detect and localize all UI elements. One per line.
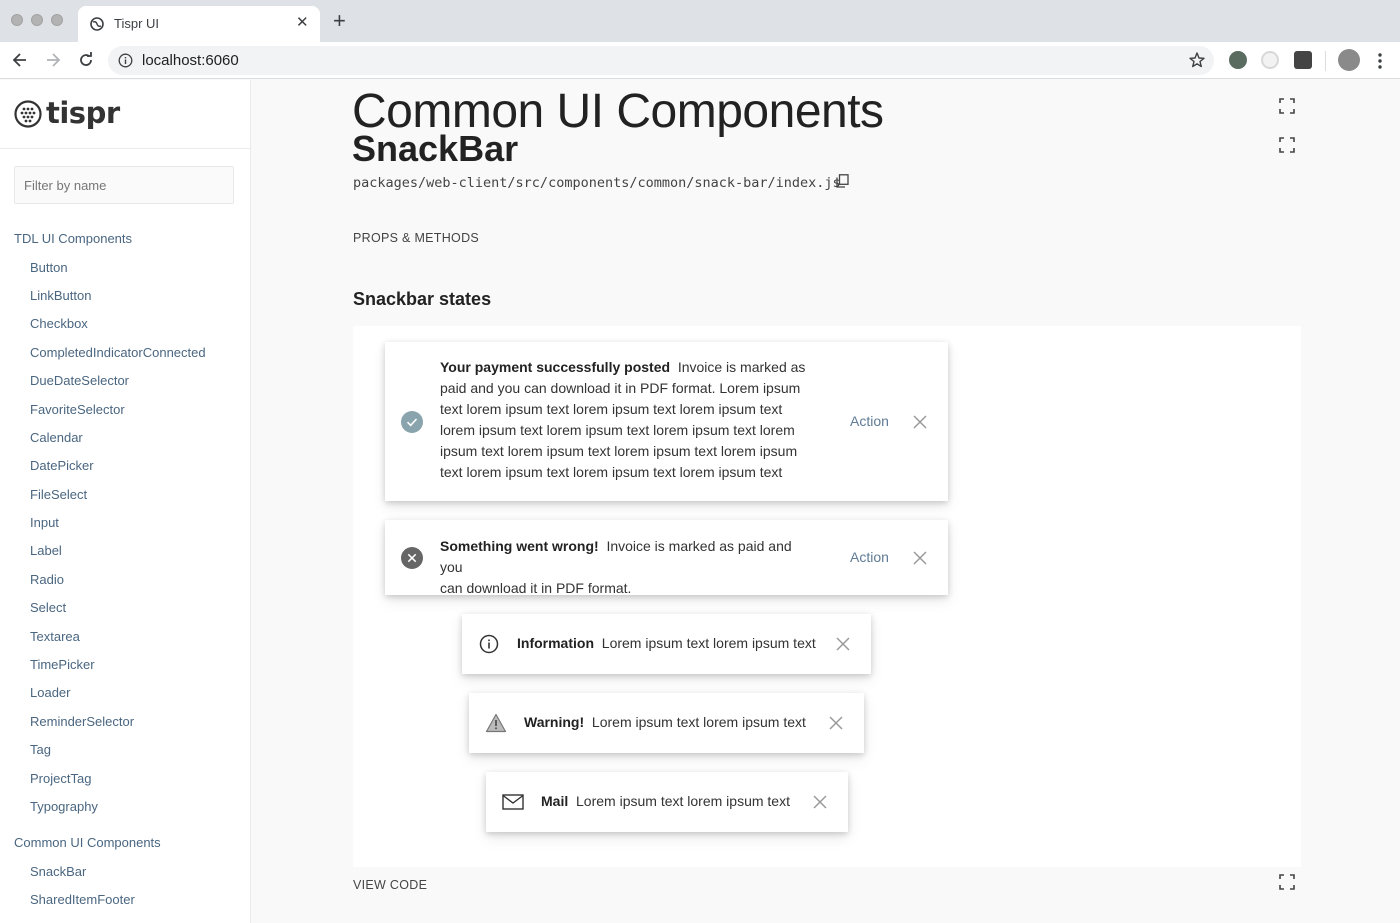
browser-tab-bar: Tispr UI ✕ +	[0, 0, 1400, 42]
snackbar-line: Invoice is marked as	[677, 359, 806, 375]
back-arrow-icon[interactable]	[10, 50, 30, 70]
copy-icon[interactable]	[836, 174, 849, 188]
tispr-logo[interactable]: tispr	[14, 96, 134, 132]
snackbar-line: Lorem ipsum text lorem ipsum text	[601, 635, 816, 651]
extension-icon[interactable]	[1261, 51, 1279, 69]
snackbar-heading: Warning!	[524, 714, 585, 730]
sidebar-section-tdl[interactable]: TDL UI Components	[14, 231, 132, 246]
tab-title: Tispr UI	[114, 16, 160, 31]
window-minimize-button[interactable]	[31, 14, 43, 26]
snackbar-mail: Mail Lorem ipsum text lorem ipsum text	[486, 772, 848, 832]
snackbar-error: Something went wrong! Invoice is marked …	[385, 520, 948, 596]
close-icon[interactable]	[813, 795, 827, 809]
snackbar-line: text lorem ipsum text lorem ipsum text l…	[440, 464, 783, 480]
tispr-logo-icon	[14, 100, 42, 128]
snackbar-action-button[interactable]: Action	[850, 413, 889, 429]
close-icon[interactable]	[836, 637, 850, 651]
tab-close-icon[interactable]: ✕	[296, 14, 309, 32]
info-icon	[479, 634, 499, 654]
snackbar-message: Your payment successfully posted Invoice…	[440, 357, 815, 483]
site-info-icon[interactable]	[118, 53, 133, 68]
sidebar-item-input[interactable]: Input	[30, 515, 59, 530]
sidebar-item-tag[interactable]: Tag	[30, 742, 51, 757]
sidebar-item-textarea[interactable]: Textarea	[30, 629, 80, 644]
window-close-button[interactable]	[11, 14, 23, 26]
props-methods-link[interactable]: PROPS & METHODS	[353, 231, 479, 245]
sidebar-item-duedateselector[interactable]: DueDateSelector	[30, 373, 129, 388]
address-bar[interactable]: localhost:6060	[108, 46, 1214, 75]
sidebar-item-select[interactable]: Select	[30, 600, 66, 615]
snackbar-message: Warning! Lorem ipsum text lorem ipsum te…	[524, 712, 806, 733]
reload-icon[interactable]	[76, 50, 96, 70]
expand-icon[interactable]	[1279, 874, 1295, 890]
forward-arrow-icon[interactable]	[43, 50, 63, 70]
snackbar-line: lorem ipsum text lorem ipsum text lorem …	[440, 422, 795, 438]
component-title: SnackBar	[352, 128, 519, 169]
browser-toolbar: localhost:6060	[0, 42, 1400, 79]
snackbar-heading: Information	[517, 635, 594, 651]
close-icon[interactable]	[829, 716, 843, 730]
sidebar-item-button[interactable]: Button	[30, 260, 68, 275]
section-title: Snackbar states	[353, 289, 492, 309]
snackbar-line: paid and you can download it in PDF form…	[440, 380, 801, 396]
snackbar-info: Information Lorem ipsum text lorem ipsum…	[462, 614, 871, 674]
filter-input[interactable]	[14, 166, 234, 204]
snackbar-message: Something went wrong! Invoice is marked …	[440, 536, 815, 599]
snackbar-message: Mail Lorem ipsum text lorem ipsum text	[541, 791, 790, 812]
check-circle-icon	[401, 411, 423, 433]
expand-icon[interactable]	[1279, 98, 1295, 114]
browser-tab[interactable]: Tispr UI ✕	[78, 6, 320, 42]
extension-icon[interactable]	[1294, 51, 1312, 69]
sidebar-item-timepicker[interactable]: TimePicker	[30, 657, 95, 672]
close-icon[interactable]	[913, 415, 927, 429]
snackbar-heading: Your payment successfully posted	[440, 359, 671, 375]
sidebar-item-typography[interactable]: Typography	[30, 799, 98, 814]
sidebar-item-linkbutton[interactable]: LinkButton	[30, 288, 91, 303]
new-tab-button[interactable]: +	[333, 10, 346, 32]
error-circle-icon	[401, 547, 423, 569]
globe-icon	[90, 17, 104, 31]
view-code-link[interactable]: VIEW CODE	[353, 878, 427, 892]
sidebar-section-common[interactable]: Common UI Components	[14, 835, 161, 850]
snackbar-action-button[interactable]: Action	[850, 549, 889, 565]
sidebar-item-completedindicator[interactable]: CompletedIndicatorConnected	[30, 345, 206, 360]
snackbar-heading: Something went wrong!	[440, 538, 599, 554]
sidebar: tispr TDL UI Components Button LinkButto…	[0, 80, 251, 923]
bookmark-star-icon[interactable]	[1188, 51, 1206, 69]
sidebar-item-projecttag[interactable]: ProjectTag	[30, 771, 91, 786]
window-zoom-button[interactable]	[51, 14, 63, 26]
extension-icon[interactable]	[1229, 51, 1247, 69]
browser-menu-icon[interactable]	[1375, 51, 1385, 71]
mail-icon	[502, 794, 524, 810]
snackbar-message: Information Lorem ipsum text lorem ipsum…	[517, 633, 816, 654]
sidebar-divider	[0, 148, 250, 149]
snackbar-line: Lorem ipsum text lorem ipsum text	[576, 793, 790, 809]
sidebar-item-shareditemfooter[interactable]: SharedItemFooter	[30, 892, 135, 907]
url-text: localhost:6060	[142, 52, 239, 69]
component-path: packages/web-client/src/components/commo…	[353, 175, 841, 191]
sidebar-item-reminderselector[interactable]: ReminderSelector	[30, 714, 134, 729]
expand-icon[interactable]	[1279, 137, 1295, 153]
sidebar-item-datepicker[interactable]: DatePicker	[30, 458, 94, 473]
snackbar-line: ipsum text lorem ipsum text lorem ipsum …	[440, 443, 798, 459]
snackbar-heading: Mail	[541, 793, 569, 809]
snackbar-success: Your payment successfully posted Invoice…	[385, 342, 948, 501]
sidebar-item-fileselect[interactable]: FileSelect	[30, 487, 87, 502]
sidebar-item-calendar[interactable]: Calendar	[30, 430, 83, 445]
profile-avatar[interactable]	[1338, 49, 1360, 71]
sidebar-item-snackbar[interactable]: SnackBar	[30, 864, 86, 879]
warning-icon	[485, 713, 507, 733]
close-icon[interactable]	[913, 551, 927, 565]
sidebar-item-label[interactable]: Label	[30, 543, 62, 558]
snackbar-line: can download it in PDF format.	[440, 580, 632, 596]
sidebar-item-loader[interactable]: Loader	[30, 685, 70, 700]
logo-text: tispr	[46, 96, 120, 130]
snackbar-line: text lorem ipsum text lorem ipsum text l…	[440, 401, 783, 417]
toolbar-divider	[1325, 51, 1326, 71]
sidebar-item-radio[interactable]: Radio	[30, 572, 64, 587]
snackbar-line: Lorem ipsum text lorem ipsum text	[591, 714, 806, 730]
snackbar-warning: Warning! Lorem ipsum text lorem ipsum te…	[469, 693, 864, 753]
sidebar-item-favoriteselector[interactable]: FavoriteSelector	[30, 402, 125, 417]
sidebar-item-checkbox[interactable]: Checkbox	[30, 316, 88, 331]
